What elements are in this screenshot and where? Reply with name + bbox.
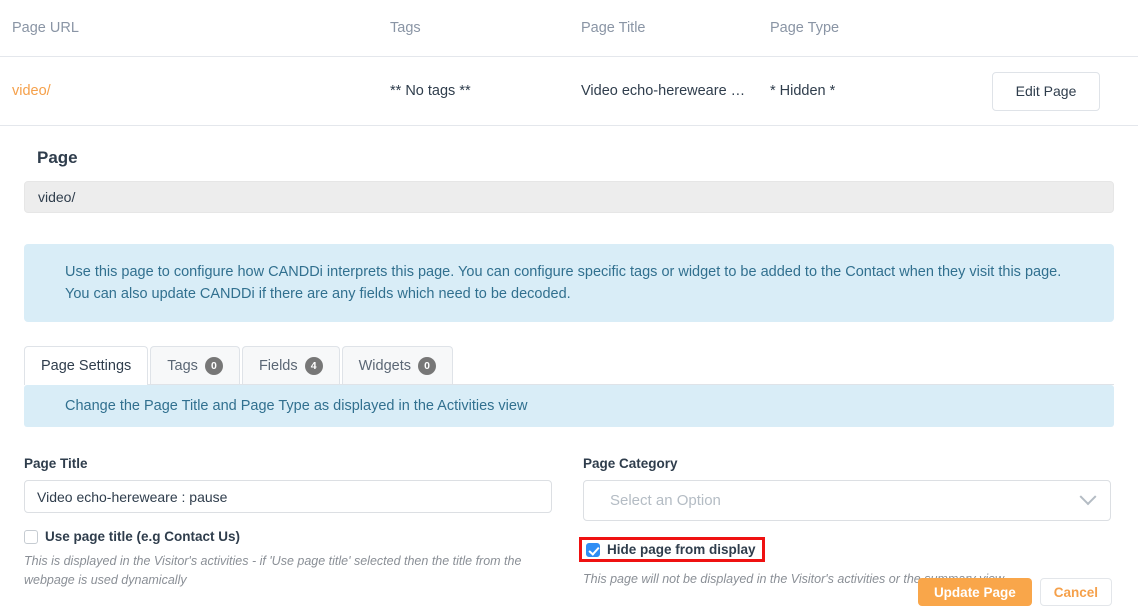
tab-fields-label: Fields	[258, 357, 298, 374]
highlight-annotation-box: Hide page from display	[579, 537, 765, 562]
page-settings-panel: Page video/ Use this page to configure h…	[0, 148, 1138, 590]
tab-tags[interactable]: Tags 0	[150, 346, 240, 384]
use-page-title-checkbox[interactable]	[24, 529, 38, 544]
page-url-readonly-field: video/	[24, 181, 1114, 213]
hide-page-checkbox-row[interactable]: Hide page from display	[579, 537, 1111, 562]
tab-bar: Page Settings Tags 0 Fields 4 Widgets 0	[24, 346, 1114, 385]
page-category-label: Page Category	[583, 456, 678, 471]
tab-page-settings-label: Page Settings	[41, 358, 132, 374]
hide-page-label: Hide page from display	[607, 542, 756, 557]
column-header-page-type: Page Type	[770, 20, 840, 36]
page-category-selected-value: Select an Option	[610, 492, 721, 509]
page-url-link[interactable]: video/	[12, 83, 51, 99]
use-page-title-checkbox-row[interactable]: Use page title (e.g Contact Us)	[24, 529, 552, 544]
use-page-title-label: Use page title (e.g Contact Us)	[45, 529, 241, 544]
use-page-title-help: This is displayed in the Visitor's activ…	[24, 554, 522, 587]
tab-tags-label: Tags	[167, 357, 198, 374]
table-header-row: Page URL Tags Page Title Page Type	[0, 0, 1138, 57]
page-category-select[interactable]: Select an Option	[583, 480, 1111, 521]
cell-page-type: * Hidden *	[770, 83, 836, 99]
tab-widgets-label: Widgets	[358, 357, 412, 374]
update-page-button[interactable]: Update Page	[917, 578, 1032, 606]
page-title-label: Page Title	[24, 456, 88, 471]
page-category-column: Page Category Select an Option Hide page…	[579, 456, 1111, 590]
chevron-down-icon	[1079, 487, 1097, 505]
cell-tags: ** No tags **	[390, 83, 471, 99]
cell-page-url: video/	[12, 83, 390, 99]
column-header-page-title: Page Title	[581, 20, 646, 36]
form-actions: Update Page Cancel	[917, 578, 1112, 606]
hide-page-checkbox[interactable]	[586, 542, 600, 557]
info-alert-main: Use this page to configure how CANDDi in…	[24, 244, 1114, 322]
page-section-title: Page	[37, 148, 78, 167]
table-row: video/ ** No tags ** Video echo-herewear…	[0, 57, 1138, 126]
settings-form: Page Title Use page title (e.g Contact U…	[24, 456, 1114, 590]
cancel-button[interactable]: Cancel	[1039, 578, 1112, 606]
info-alert-sub: Change the Page Title and Page Type as d…	[24, 385, 1114, 427]
pages-table: Page URL Tags Page Title Page Type video…	[0, 0, 1138, 126]
tab-fields-badge: 4	[304, 356, 323, 375]
tab-page-settings[interactable]: Page Settings	[24, 346, 149, 385]
tab-tags-badge: 0	[204, 356, 223, 375]
tab-fields[interactable]: Fields 4	[241, 346, 340, 384]
cell-actions: Edit Page	[992, 71, 1126, 111]
tab-widgets-badge: 0	[418, 356, 437, 375]
edit-page-button[interactable]: Edit Page	[992, 71, 1100, 111]
tab-widgets[interactable]: Widgets 0	[341, 346, 454, 384]
column-header-tags: Tags	[390, 20, 421, 36]
page-title-input[interactable]	[24, 480, 552, 513]
column-header-page-url: Page URL	[12, 20, 79, 36]
page-title-column: Page Title Use page title (e.g Contact U…	[24, 456, 552, 590]
cell-page-title: Video echo-hereweare …	[581, 83, 746, 99]
